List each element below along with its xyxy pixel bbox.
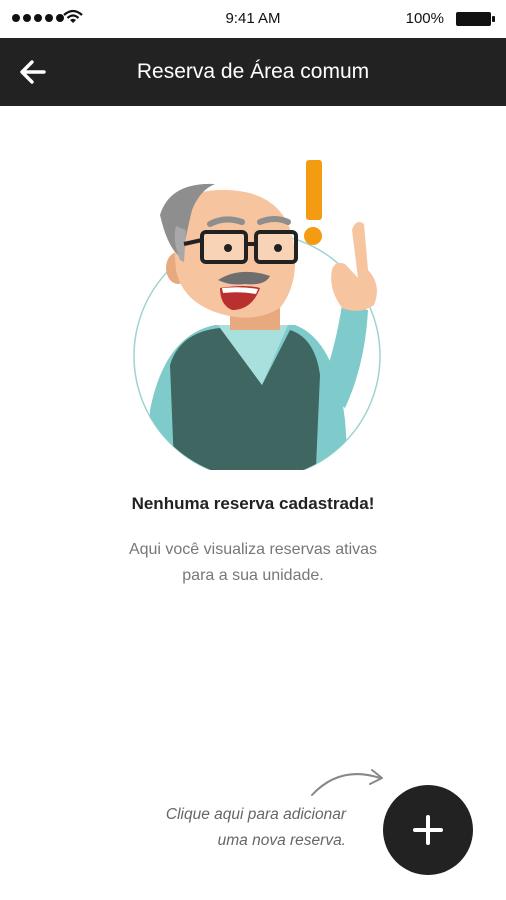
plus-icon <box>413 815 443 845</box>
page-title: Reserva de Área comum <box>136 60 370 83</box>
hint-line-1: Clique aqui para adicionar <box>165 806 346 823</box>
status-bar: 9:41 AM 100% <box>0 0 506 38</box>
app-bar: Reserva de Área comum <box>0 38 506 106</box>
empty-state-title: Nenhuma reserva cadastrada! <box>131 494 375 513</box>
battery-icon <box>456 12 496 26</box>
add-reservation-hint: Clique aqui para adicionar uma nova rese… <box>166 802 346 854</box>
description-line-1: Aqui você visualiza reservas ativas <box>128 541 378 558</box>
add-reservation-button[interactable] <box>383 785 473 875</box>
empty-state-illustration <box>133 160 381 470</box>
description-line-2: para a sua unidade. <box>182 567 324 584</box>
hint-line-2: uma nova reserva. <box>217 832 346 849</box>
empty-state-description: Aqui você visualiza reservas ativas para… <box>0 537 506 589</box>
exclamation-icon <box>304 160 322 245</box>
battery-percentage: 100% <box>405 10 444 27</box>
